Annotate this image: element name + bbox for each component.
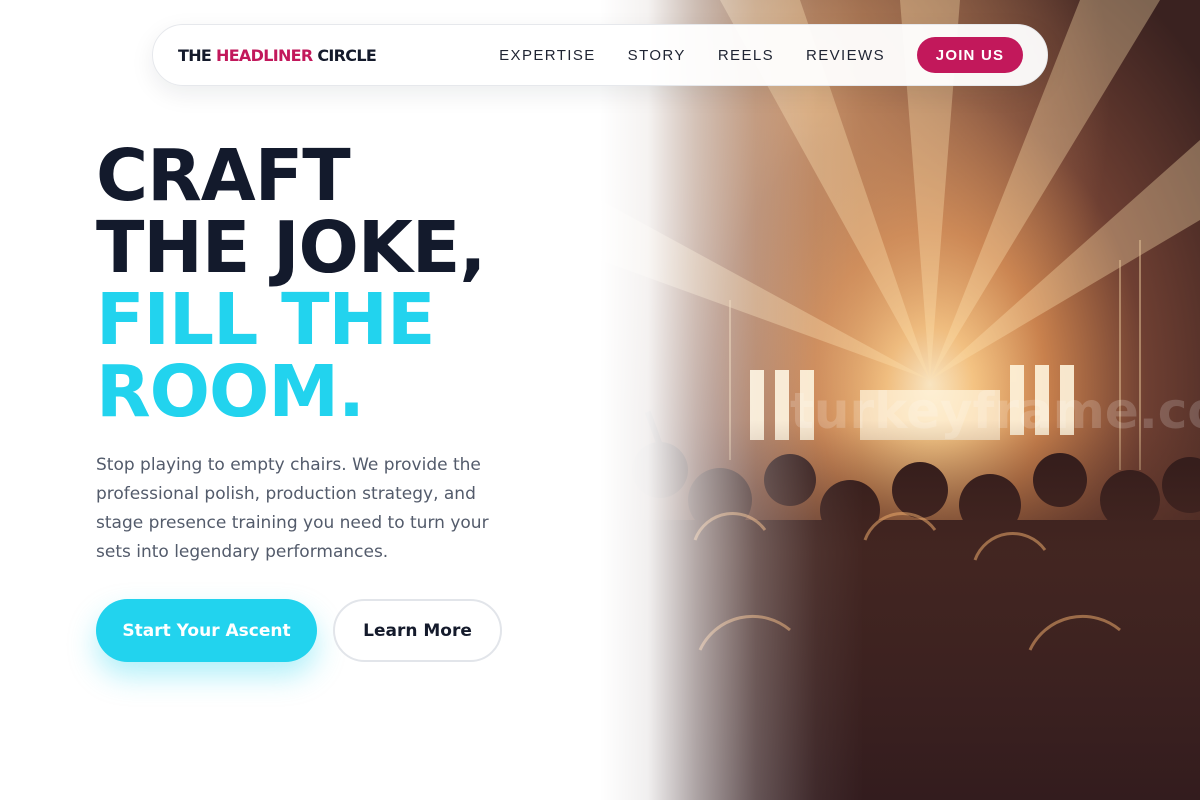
headline-line-4: ROOM.	[96, 350, 365, 433]
headline-line-1: CRAFT	[96, 134, 351, 217]
hero-description: Stop playing to empty chairs. We provide…	[96, 455, 489, 562]
nav-link-story[interactable]: STORY	[628, 47, 686, 64]
headline-line-3: FILL THE	[96, 278, 435, 361]
brand-logo[interactable]: THE HEADLINER CIRCLE	[178, 45, 377, 65]
nav-link-reviews[interactable]: REVIEWS	[806, 47, 885, 64]
concert-illustration: turkeyframe.com	[600, 0, 1200, 800]
join-us-button[interactable]: JOIN US	[917, 37, 1023, 73]
brand-text-circle: CIRCLE	[312, 45, 377, 65]
nav-links: EXPERTISE STORY REELS REVIEWS JOIN US	[499, 37, 1023, 73]
brand-text-the: THE	[178, 45, 217, 65]
brand-text-headliner: HEADLINER	[216, 45, 313, 65]
learn-more-button[interactable]: Learn More	[333, 599, 502, 662]
navbar: THE HEADLINER CIRCLE EXPERTISE STORY REE…	[152, 24, 1048, 86]
headline-line-2: THE JOKE,	[96, 206, 486, 289]
hero-concert-image: turkeyframe.com	[600, 0, 1200, 800]
start-your-ascent-button[interactable]: Start Your Ascent	[96, 599, 317, 662]
nav-link-reels[interactable]: REELS	[718, 47, 774, 64]
nav-link-expertise[interactable]: EXPERTISE	[499, 47, 596, 64]
watermark-text: turkeyframe.com	[790, 382, 1200, 440]
hero-headline: CRAFT THE JOKE, FILL THE ROOM.	[96, 134, 486, 433]
